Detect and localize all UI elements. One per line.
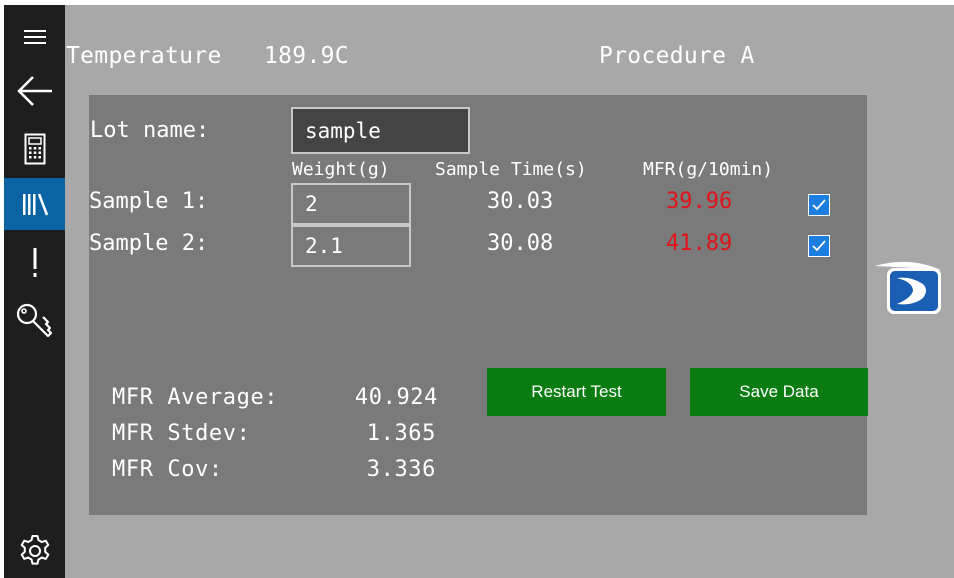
restart-test-button[interactable]: Restart Test [487,368,666,416]
sample-2-weight-input[interactable] [291,225,411,267]
alert-button[interactable] [4,237,65,289]
gear-icon [20,535,49,565]
sample-1-time: 30.03 [487,189,554,214]
lot-name-label: Lot name: [90,118,210,143]
key-button[interactable] [4,295,65,347]
library-icon [22,193,48,216]
settings-button[interactable] [4,525,65,577]
library-button[interactable] [4,178,65,230]
sample-2-mfr: 41.89 [666,231,733,256]
mfr-average-label: MFR Average: [112,385,279,410]
procedure-label: Procedure A [599,43,755,69]
back-arrow-icon [16,76,52,106]
temperature-label: Temperature [66,43,222,69]
back-button[interactable] [4,65,65,117]
lot-name-input[interactable] [291,107,470,154]
checkmark-icon [812,240,826,252]
checkmark-icon [812,199,826,211]
weight-column-header: Weight(g) [292,159,390,180]
exclamation-icon [33,248,36,277]
sample-2-checkbox[interactable] [808,235,830,257]
sidebar [4,5,65,578]
temperature-value: 189.9C [264,43,349,69]
mfr-average-value: 40.924 [354,385,438,410]
hamburger-menu-icon [23,30,46,44]
mfr-cov-label: MFR Cov: [112,457,223,482]
sample-1-label: Sample 1: [89,189,209,214]
sample-1-mfr: 39.96 [666,189,733,214]
mfr-cov-value: 3.336 [366,457,436,482]
sample-time-column-header: Sample Time(s) [435,159,587,180]
key-icon [16,303,52,338]
mfr-column-header: MFR(g/10min) [643,159,774,180]
sample-2-label: Sample 2: [89,231,209,256]
sample-2-time: 30.08 [487,231,554,256]
company-logo [875,261,941,314]
sample-1-checkbox[interactable] [808,194,830,216]
menu-button[interactable] [4,11,65,63]
calculator-button[interactable] [4,123,65,175]
calculator-icon [24,133,45,165]
mfr-stdev-value: 1.365 [366,421,436,446]
test-panel [89,95,867,515]
sample-1-weight-input[interactable] [291,183,411,225]
app-window: Temperature 189.9C Procedure A Lot name:… [0,0,954,578]
save-data-button[interactable]: Save Data [690,368,868,416]
mfr-stdev-label: MFR Stdev: [112,421,251,446]
